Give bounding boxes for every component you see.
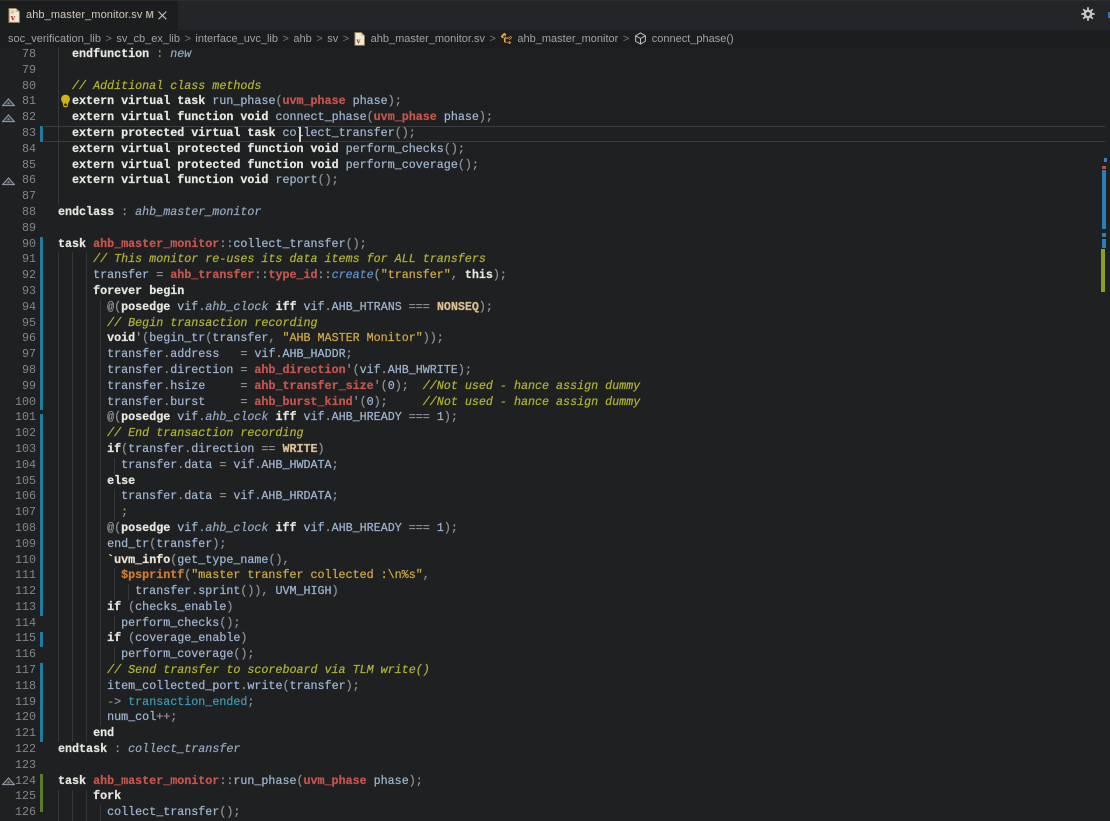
svg-text:v: v xyxy=(11,13,16,23)
